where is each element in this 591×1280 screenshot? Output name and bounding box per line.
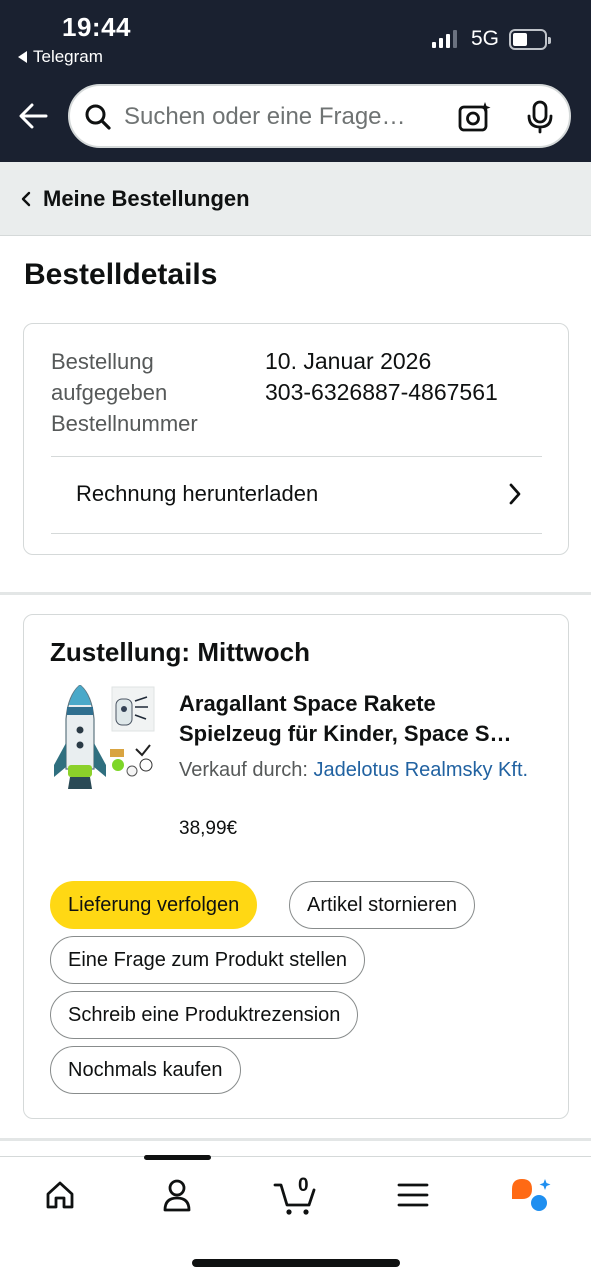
top-header: 19:44 Telegram 5G (0, 0, 591, 162)
account-icon (161, 1178, 193, 1217)
seller-link[interactable]: Jadelotus Realmsky Kft. (314, 759, 529, 781)
shipment-card: Zustellung: Mittwoch Aragallant Space Ra… (23, 614, 569, 1119)
section-separator (0, 592, 591, 595)
order-placed-label: Bestellung aufgegeben (51, 349, 168, 405)
chevron-left-icon (20, 191, 32, 212)
tab-cart[interactable]: 0 (265, 1175, 325, 1219)
home-icon (44, 1179, 76, 1216)
order-values: 10. Januar 2026 303-6326887-4867561 (265, 346, 498, 408)
tab-assistant[interactable] (500, 1175, 560, 1219)
breadcrumb-label: Meine Bestellungen (43, 186, 250, 211)
network-type: 5G (471, 27, 500, 50)
tab-menu[interactable] (383, 1175, 443, 1219)
seller-prefix: Verkauf durch: (179, 759, 308, 781)
product-title-line1: Aragallant Space Rakete (179, 691, 436, 716)
battery-icon (509, 29, 551, 50)
tab-account[interactable] (147, 1175, 207, 1219)
cart-icon: 0 (273, 1175, 317, 1217)
section-separator (0, 1138, 591, 1141)
order-number-value: 303-6326887-4867561 (265, 379, 498, 405)
product-price: 38,99€ (179, 818, 238, 839)
back-app-label: Telegram (33, 47, 103, 66)
assistant-icon (509, 1177, 551, 1218)
seller-info: Verkauf durch: Jadelotus Realmsky Kft. (179, 755, 549, 785)
cart-count: 0 (298, 1175, 309, 1196)
track-delivery-button[interactable]: Lieferung verfolgen (50, 881, 258, 929)
active-tab-indicator (144, 1155, 211, 1160)
chevron-right-icon (508, 483, 522, 510)
download-invoice-label: Rechnung herunterladen (76, 481, 319, 506)
status-time: 19:44 (62, 12, 131, 42)
camera-sparkle-icon[interactable] (458, 101, 492, 138)
delivery-status: Zustellung: Mittwoch (50, 637, 310, 667)
page-title: Bestelldetails (24, 258, 218, 291)
back-arrow-icon[interactable] (16, 98, 52, 134)
menu-icon (397, 1182, 429, 1213)
signal-icon (432, 30, 457, 48)
order-placed-value: 10. Januar 2026 (265, 348, 432, 374)
order-number-label: Bestellnummer (51, 411, 198, 436)
product-title[interactable]: Aragallant Space Rakete Spielzeug für Ki… (179, 689, 549, 749)
order-info-card: Bestellung aufgegeben Bestellnummer 10. … (23, 323, 569, 555)
ask-question-button[interactable]: Eine Frage zum Produkt stellen (50, 936, 366, 984)
microphone-icon[interactable] (526, 100, 554, 139)
write-review-button[interactable]: Schreib eine Produktrezension (50, 991, 359, 1039)
cancel-item-button[interactable]: Artikel stornieren (289, 881, 476, 929)
product-image[interactable] (50, 684, 160, 795)
search-input[interactable] (124, 98, 444, 136)
back-to-app[interactable]: Telegram (18, 47, 103, 67)
breadcrumb[interactable]: Meine Bestellungen (0, 162, 591, 236)
search-bar[interactable] (68, 84, 571, 148)
tab-home[interactable] (30, 1175, 90, 1219)
search-icon (84, 103, 112, 136)
product-title-line2: Spielzeug für Kinder, Space S… (179, 721, 512, 746)
back-triangle-icon (18, 51, 27, 63)
divider (51, 533, 542, 534)
buy-again-button[interactable]: Nochmals kaufen (50, 1046, 241, 1094)
home-indicator (192, 1259, 400, 1267)
order-labels: Bestellung aufgegeben Bestellnummer (51, 346, 251, 439)
download-invoice-row[interactable]: Rechnung herunterladen (51, 457, 542, 533)
